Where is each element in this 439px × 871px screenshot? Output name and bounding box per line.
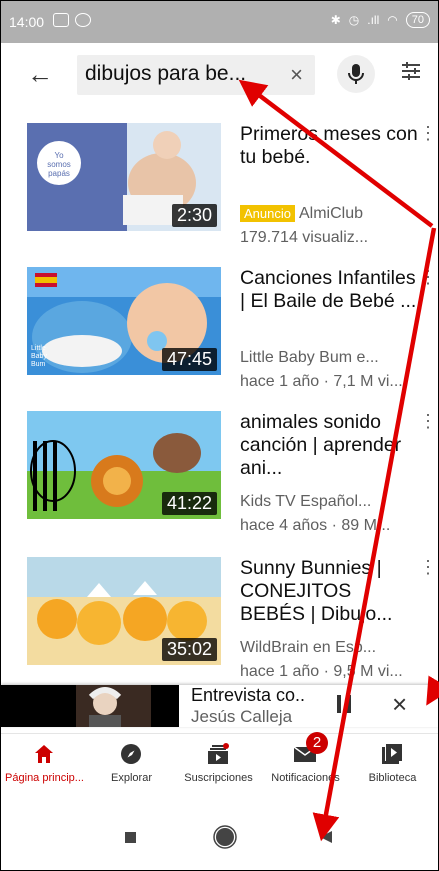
tab-subscriptions[interactable]: Suscripciones xyxy=(175,734,262,796)
video-item[interactable]: Little Baby Bum 47:45 Canciones Infantil… xyxy=(1,267,438,407)
video-item[interactable]: Yo somos papás 2:30 Primeros meses con t… xyxy=(1,123,438,263)
tab-label: Suscripciones xyxy=(184,772,253,784)
video-channel: Kids TV Español... xyxy=(240,493,372,510)
compass-icon xyxy=(121,744,141,764)
mini-player[interactable]: Entrevista co.. Jesús Calleja × xyxy=(1,685,438,727)
phone-screen: 14:00 ✱ ◷ .ıll ◠ 70 ← dibujos para be...… xyxy=(0,0,439,871)
microphone-icon[interactable] xyxy=(337,55,375,93)
search-query[interactable]: dibujos para be... xyxy=(85,62,246,86)
home-icon xyxy=(35,745,53,763)
tab-label: Página princip... xyxy=(5,772,84,784)
thumbnail-logo-text: Yo somos papás xyxy=(47,151,71,178)
video-duration: 47:45 xyxy=(161,348,217,371)
status-bar: 14:00 ✱ ◷ .ıll ◠ 70 xyxy=(1,1,438,43)
tab-label: Explorar xyxy=(111,772,152,784)
bottom-navigation: Página princip... Explorar Suscripciones… xyxy=(1,732,438,796)
tab-home[interactable]: Página princip... xyxy=(1,734,88,796)
thumbnail-logo-text: Little Baby Bum xyxy=(31,345,47,368)
video-title[interactable]: Sunny Bunnies | CONEJITOS BEBÉS | Dibujo… xyxy=(240,557,418,626)
tab-label: Biblioteca xyxy=(368,772,417,784)
video-channel: WildBrain en Esp... xyxy=(240,639,377,656)
channel-name: AlmiClub xyxy=(298,205,363,222)
bluetooth-icon: ✱ xyxy=(330,13,341,27)
search-bar: ← dibujos para be... × xyxy=(1,45,438,103)
video-item[interactable]: 41:22 animales sonido canción | aprender… xyxy=(1,411,438,551)
video-duration: 41:22 xyxy=(161,492,217,515)
video-views: hace 1 año · 9,5 M vi... xyxy=(240,663,403,680)
tab-notifications[interactable]: 2 Notificaciones xyxy=(262,732,349,796)
arrow-left-icon[interactable]: ← xyxy=(27,59,53,90)
mini-player-thumbnail[interactable] xyxy=(1,685,179,727)
system-navigation-bar xyxy=(1,796,438,870)
close-icon[interactable]: × xyxy=(392,689,407,720)
subscriptions-icon xyxy=(208,743,229,764)
more-options-icon[interactable]: ⋮ xyxy=(419,412,437,430)
status-time: 14:00 xyxy=(9,14,45,30)
notification-badge: 2 xyxy=(306,732,328,754)
battery-icon: 70 xyxy=(405,12,430,28)
home-circle-icon[interactable] xyxy=(216,828,234,846)
video-thumbnail[interactable]: 41:22 xyxy=(27,411,221,519)
video-thumbnail[interactable]: Little Baby Bum 47:45 xyxy=(27,267,221,375)
back-triangle-icon[interactable] xyxy=(320,831,332,843)
ad-badge: Anuncio xyxy=(240,205,295,222)
video-views: 179.714 visualiz... xyxy=(240,229,369,246)
video-channel: Little Baby Bum e... xyxy=(240,349,379,366)
more-options-icon[interactable]: ⋮ xyxy=(419,268,437,286)
signal-icon: .ıll xyxy=(367,13,380,27)
image-icon xyxy=(53,13,69,27)
library-icon xyxy=(382,744,402,764)
video-title[interactable]: Canciones Infantiles | El Baile de Bebé … xyxy=(240,267,418,313)
mini-player-title[interactable]: Entrevista co.. xyxy=(191,685,305,706)
tab-label: Notificaciones xyxy=(271,772,340,784)
video-duration: 2:30 xyxy=(171,204,217,227)
video-views: hace 1 año · 7,1 M vi... xyxy=(240,373,403,390)
clear-search-button[interactable]: × xyxy=(290,62,303,88)
tab-library[interactable]: Biblioteca xyxy=(349,734,436,796)
video-item[interactable]: 35:02 Sunny Bunnies | CONEJITOS BEBÉS | … xyxy=(1,557,438,697)
video-channel: Anuncio AlmiClub xyxy=(240,203,430,225)
whatsapp-icon xyxy=(75,13,91,27)
video-duration: 35:02 xyxy=(161,638,217,661)
more-options-icon[interactable]: ⋮ xyxy=(419,124,437,142)
more-options-icon[interactable]: ⋮ xyxy=(419,558,437,576)
recents-square-icon[interactable] xyxy=(125,832,136,843)
video-title[interactable]: animales sonido canción | aprender ani..… xyxy=(240,411,418,480)
video-thumbnail[interactable]: Yo somos papás 2:30 xyxy=(27,123,221,231)
wifi-icon: ◠ xyxy=(387,13,398,27)
video-thumbnail[interactable]: 35:02 xyxy=(27,557,221,665)
alarm-icon: ◷ xyxy=(348,13,360,27)
video-title[interactable]: Primeros meses con tu bebé. xyxy=(240,123,418,169)
tab-explore[interactable]: Explorar xyxy=(88,734,175,796)
search-input[interactable]: dibujos para be... × xyxy=(77,55,315,95)
mini-player-channel: Jesús Calleja xyxy=(191,707,293,726)
pause-icon[interactable] xyxy=(337,695,351,713)
video-views: hace 4 años · 89 M... xyxy=(240,517,391,534)
filter-sliders-icon[interactable] xyxy=(399,59,423,83)
